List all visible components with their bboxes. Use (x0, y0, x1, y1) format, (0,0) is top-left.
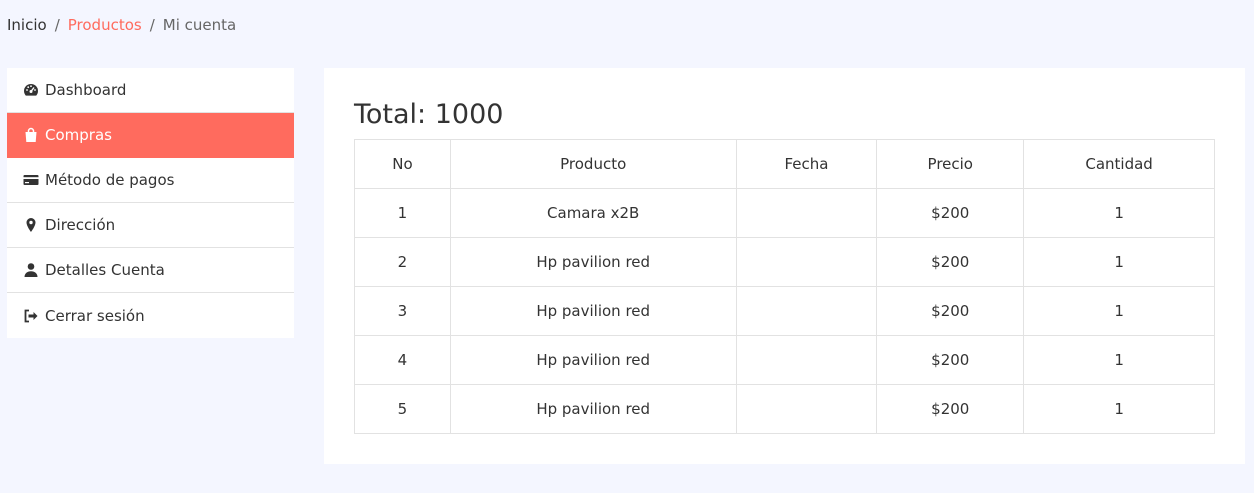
cell-cantidad: 1 (1023, 188, 1215, 238)
dashboard-icon (22, 82, 40, 98)
sidebar-item-label: Detalles Cuenta (45, 261, 165, 279)
cell-precio: $200 (876, 335, 1025, 385)
cell-producto: Hp pavilion red (449, 335, 737, 385)
cell-producto: Camara x2B (449, 188, 737, 238)
breadcrumb-home[interactable]: Inicio (7, 16, 47, 34)
cell-fecha (735, 188, 878, 238)
cell-producto: Hp pavilion red (449, 237, 737, 287)
shopping-bag-icon (22, 127, 40, 143)
sidebar-item-direccion[interactable]: Dirección (7, 203, 294, 248)
cell-precio: $200 (876, 286, 1025, 336)
column-header-fecha: Fecha (735, 139, 878, 189)
column-header-producto: Producto (449, 139, 737, 189)
table-row: 4 Hp pavilion red $200 1 (354, 335, 1215, 385)
sidebar-item-label: Dirección (45, 216, 116, 234)
map-marker-icon (22, 217, 40, 233)
table-row: 1 Camara x2B $200 1 (354, 188, 1215, 238)
breadcrumb-current: Mi cuenta (162, 16, 237, 34)
cell-cantidad: 1 (1023, 237, 1215, 287)
sidebar-item-detalles-cuenta[interactable]: Detalles Cuenta (7, 248, 294, 293)
table-row: 5 Hp pavilion red $200 1 (354, 384, 1215, 434)
cell-fecha (735, 286, 878, 336)
sidebar-item-compras[interactable]: Compras (7, 113, 294, 158)
table-row: 3 Hp pavilion red $200 1 (354, 286, 1215, 336)
cell-cantidad: 1 (1023, 384, 1215, 434)
sidebar-item-cerrar-sesion[interactable]: Cerrar sesión (7, 293, 294, 338)
sidebar-item-label: Dashboard (45, 81, 127, 99)
cell-fecha (735, 237, 878, 287)
cell-precio: $200 (876, 384, 1025, 434)
column-header-cantidad: Cantidad (1023, 139, 1215, 189)
cell-fecha (735, 335, 878, 385)
total-heading: Total: 1000 (354, 99, 504, 130)
breadcrumb-separator: / (149, 16, 155, 34)
cell-producto: Hp pavilion red (449, 384, 737, 434)
cell-no: 3 (354, 286, 451, 336)
cell-producto: Hp pavilion red (449, 286, 737, 336)
cell-no: 5 (354, 384, 451, 434)
column-header-no: No (354, 139, 451, 189)
sidebar-item-label: Método de pagos (45, 171, 175, 189)
breadcrumb-products[interactable]: Productos (68, 16, 142, 34)
credit-card-icon (22, 172, 40, 188)
cell-precio: $200 (876, 237, 1025, 287)
breadcrumb-separator: / (54, 16, 60, 34)
sidebar-item-dashboard[interactable]: Dashboard (7, 68, 294, 113)
sign-out-icon (22, 308, 40, 324)
cell-no: 4 (354, 335, 451, 385)
user-icon (22, 262, 40, 278)
cell-no: 1 (354, 188, 451, 238)
sidebar-item-label: Cerrar sesión (45, 306, 145, 325)
cell-precio: $200 (876, 188, 1025, 238)
table-header-row: No Producto Fecha Precio Cantidad (354, 139, 1215, 189)
table-row: 2 Hp pavilion red $200 1 (354, 237, 1215, 287)
cell-no: 2 (354, 237, 451, 287)
cell-cantidad: 1 (1023, 286, 1215, 336)
purchases-panel: Total: 1000 No Producto Fecha Precio Can… (324, 68, 1245, 464)
column-header-precio: Precio (876, 139, 1025, 189)
breadcrumb: Inicio / Productos / Mi cuenta (7, 16, 236, 34)
sidebar-item-label: Compras (45, 126, 112, 144)
cell-fecha (735, 384, 878, 434)
sidebar-item-metodo-pagos[interactable]: Método de pagos (7, 158, 294, 203)
account-sidebar: Dashboard Compras Método de pagos Direcc… (7, 68, 294, 338)
purchases-table: No Producto Fecha Precio Cantidad 1 Cama… (354, 139, 1215, 434)
cell-cantidad: 1 (1023, 335, 1215, 385)
